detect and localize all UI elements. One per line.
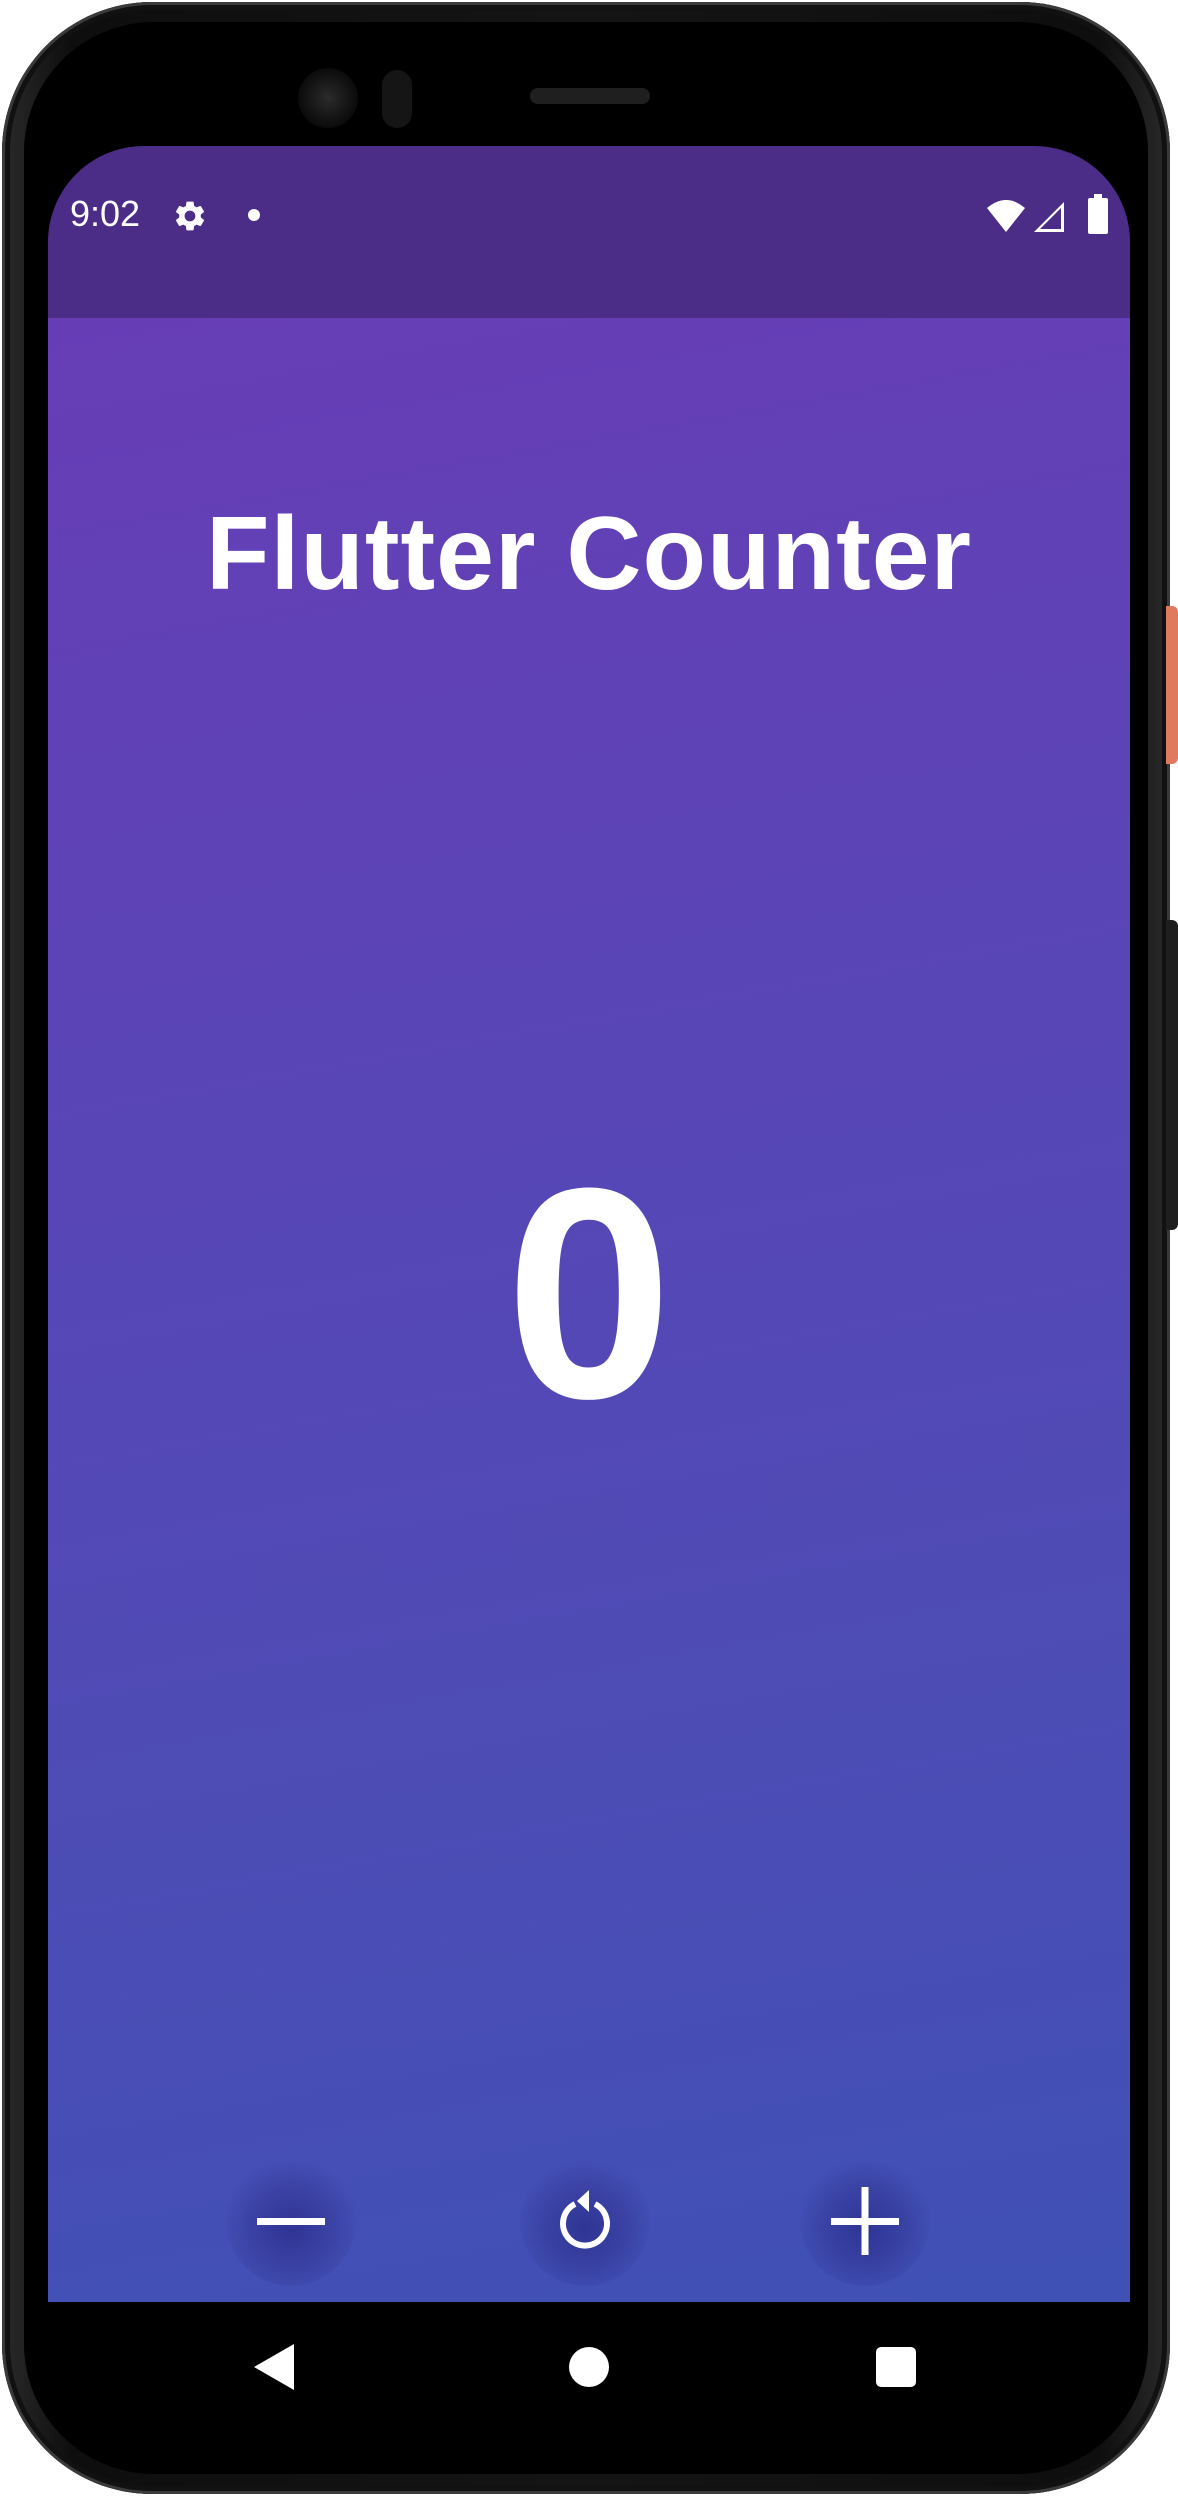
minus-icon	[257, 2218, 325, 2225]
system-nav-bar	[48, 2302, 1130, 2436]
front-camera	[298, 68, 358, 128]
signal-icon	[1034, 202, 1064, 232]
status-time: 9:02	[70, 193, 141, 234]
plus-icon	[831, 2187, 899, 2255]
recents-square-icon[interactable]	[876, 2347, 916, 2387]
wifi-icon	[987, 200, 1025, 232]
page-title: Flutter Counter	[205, 496, 973, 612]
gear-icon	[175, 201, 205, 231]
proximity-sensor	[382, 70, 412, 128]
home-circle-icon[interactable]	[569, 2347, 609, 2387]
battery-icon	[1088, 194, 1108, 234]
decrement-button[interactable]	[226, 2156, 356, 2286]
back-triangle-icon[interactable]	[254, 2344, 294, 2390]
status-bar: 9:02	[48, 146, 1130, 318]
volume-button	[1166, 920, 1178, 1230]
earpiece-speaker	[530, 88, 650, 104]
power-button	[1166, 606, 1178, 764]
refresh-icon	[560, 2190, 610, 2249]
notification-dot-icon	[248, 209, 260, 221]
counter-app: Flutter Counter 0	[48, 318, 1130, 2302]
increment-button[interactable]	[800, 2156, 930, 2286]
counter-value: 0	[505, 1125, 673, 1461]
screen: 9:02 Flutter Counter 0	[48, 146, 1130, 2436]
phone-frame: 9:02 Flutter Counter 0	[2, 2, 1170, 2494]
reset-button[interactable]	[520, 2156, 650, 2286]
